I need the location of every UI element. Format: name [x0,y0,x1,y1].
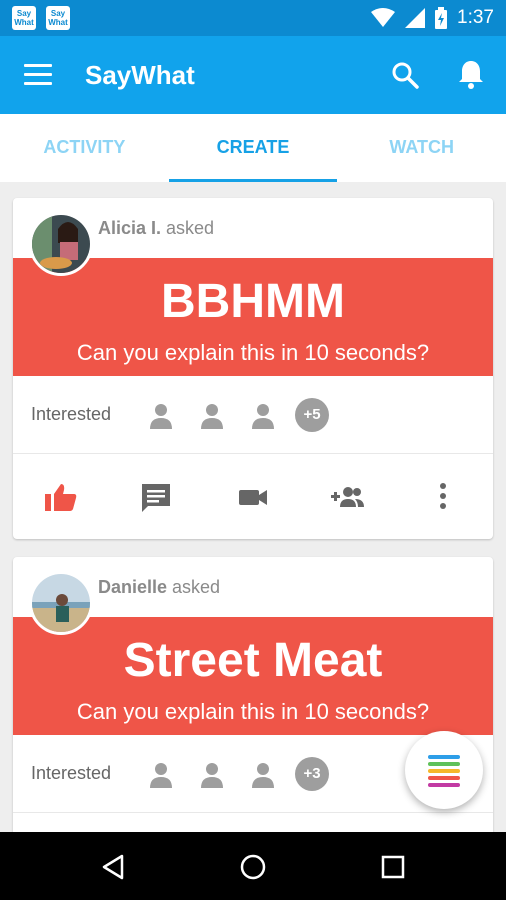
question-banner[interactable]: BBHMM Can you explain this in 10 seconds… [13,258,493,376]
tab-watch[interactable]: WATCH [337,114,506,182]
avatar[interactable] [29,212,93,276]
interested-label: Interested [31,763,112,783]
question-title: BBHMM [161,275,345,328]
status-bar: Say What Say What 1:37 [0,0,506,36]
fab-stripe [428,755,460,759]
thumbs-up-icon[interactable] [44,482,78,512]
fab-stripe [428,762,460,766]
person-icon[interactable] [251,761,275,789]
question-title: Street Meat [123,634,383,687]
person-icon[interactable] [251,402,275,430]
tab-create[interactable]: CREATE [168,114,338,182]
person-icon[interactable] [149,402,173,430]
video-icon[interactable] [237,482,271,512]
back-icon[interactable] [98,852,128,882]
question-card[interactable]: Street Meat Can you explain this in 10 s… [13,557,493,847]
saywhat-notification-icon: Say What [12,6,36,30]
app-bar: SayWhat [0,36,506,114]
app-title: SayWhat [85,60,195,90]
tab-bar: ACTIVITY CREATE WATCH [0,114,506,182]
fab-stripe [428,769,460,773]
tab-activity[interactable]: ACTIVITY [0,114,169,182]
question-banner[interactable]: Street Meat Can you explain this in 10 s… [13,617,493,735]
fab-stripe [428,776,460,780]
menu-icon[interactable] [24,64,52,86]
asker-suffix: asked [161,218,215,238]
person-icon[interactable] [200,761,224,789]
asker-suffix: asked [167,577,221,597]
question-subtitle: Can you explain this in 10 seconds? [76,699,430,724]
avatar[interactable] [29,571,93,635]
asker-line: Alicia I. asked [98,218,214,239]
saywhat-notification-icon: Say What [46,6,70,30]
recents-icon[interactable] [378,852,408,882]
fab-menu-button[interactable] [405,731,483,809]
person-icon[interactable] [149,761,173,789]
more-vert-icon[interactable] [426,482,460,512]
clock: 1:37 [457,7,494,28]
more-interested-badge[interactable]: +5 [295,398,329,432]
interested-label: Interested [31,404,112,424]
asker-name[interactable]: Alicia I. [98,218,161,238]
home-icon[interactable] [238,852,268,882]
system-nav-bar [0,832,506,900]
bell-icon[interactable] [456,58,486,90]
add-friend-icon[interactable] [331,482,365,512]
asker-line: Danielle asked [98,577,220,598]
question-card[interactable]: BBHMM Can you explain this in 10 seconds… [13,198,493,539]
interested-row: Interested +5 [13,376,493,454]
person-icon[interactable] [200,402,224,430]
search-icon[interactable] [390,60,420,90]
fab-stripe [428,783,460,787]
battery-icon [435,7,448,29]
wifi-icon [371,8,396,27]
comment-icon[interactable] [140,482,174,512]
more-interested-badge[interactable]: +3 [295,757,329,791]
question-subtitle: Can you explain this in 10 seconds? [76,340,430,365]
signal-icon [405,8,426,28]
actions-row [13,454,493,539]
asker-name[interactable]: Danielle [98,577,167,597]
